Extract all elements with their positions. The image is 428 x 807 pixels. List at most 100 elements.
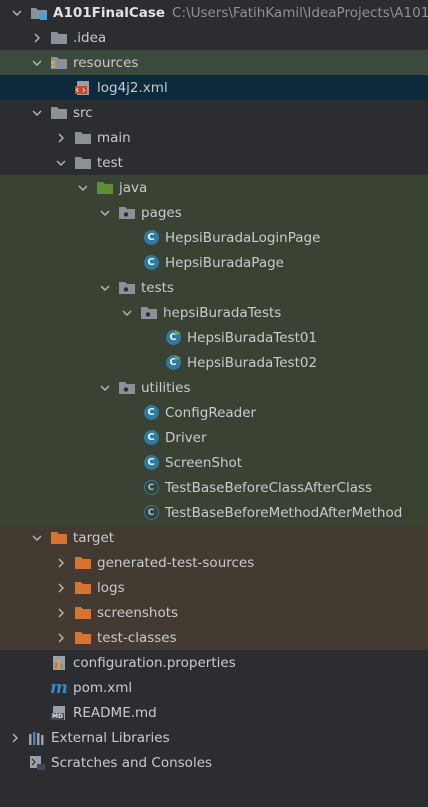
tree-row-hepsiburada-tests[interactable]: hepsiBuradaTests [0, 300, 428, 325]
test-class-icon: C [164, 354, 182, 371]
tree-row-configuration-properties[interactable]: configuration.properties [0, 650, 428, 675]
project-name: A101FinalCase [53, 4, 166, 21]
node-label: target [73, 529, 115, 546]
java-class-icon: C [142, 255, 160, 271]
node-label: generated-test-sources [97, 554, 255, 571]
tree-row-log4j2[interactable]: log4j2.xml [0, 75, 428, 100]
tree-row-generated-test-sources[interactable]: generated-test-sources [0, 550, 428, 575]
chevron-right-icon[interactable] [8, 731, 22, 745]
chevron-down-icon[interactable] [30, 106, 44, 120]
chevron-down-icon[interactable] [54, 156, 68, 170]
scratches-icon [28, 755, 46, 771]
chevron-down-icon[interactable] [76, 181, 90, 195]
chevron-down-icon[interactable] [98, 381, 112, 395]
project-path: C:\Users\FatihKamil\IdeaProjects\A101Fi [172, 4, 428, 21]
java-class-icon: C [142, 455, 160, 471]
tree-row-tests[interactable]: tests [0, 275, 428, 300]
tree-row-hepsiburada-login-page[interactable]: C HepsiBuradaLoginPage [0, 225, 428, 250]
tree-row-screenshots[interactable]: screenshots [0, 600, 428, 625]
tree-row-target[interactable]: target [0, 525, 428, 550]
tree-row-external-libraries[interactable]: External Libraries [0, 725, 428, 750]
tree-row-java[interactable]: java [0, 175, 428, 200]
excluded-folder-icon [74, 580, 92, 596]
project-tree[interactable]: A101FinalCase C:\Users\FatihKamil\IdeaPr… [0, 0, 428, 807]
node-label: README.md [73, 704, 157, 721]
node-label: HepsiBuradaPage [165, 254, 284, 271]
tree-row-screenshot[interactable]: C ScreenShot [0, 450, 428, 475]
tree-row-main[interactable]: main [0, 125, 428, 150]
node-label: configuration.properties [73, 654, 236, 671]
chevron-right-icon[interactable] [54, 581, 68, 595]
chevron-down-icon[interactable] [98, 206, 112, 220]
node-label: src [73, 104, 93, 121]
excluded-folder-icon [74, 605, 92, 621]
test-class-icon: C [164, 329, 182, 346]
chevron-right-icon[interactable] [54, 131, 68, 145]
folder-icon [74, 130, 92, 146]
tree-row-test-classes[interactable]: test-classes [0, 625, 428, 650]
library-icon [28, 730, 46, 746]
node-label: External Libraries [51, 729, 170, 746]
node-label: ConfigReader [165, 404, 257, 421]
tree-row-hepsiburada-test02[interactable]: C HepsiBuradaTest02 [0, 350, 428, 375]
node-label: HepsiBuradaTest02 [187, 354, 318, 371]
node-label: screenshots [97, 604, 179, 621]
chevron-right-icon[interactable] [54, 631, 68, 645]
java-class-icon: C [142, 230, 160, 246]
node-label: Driver [165, 429, 207, 446]
tree-row-pom[interactable]: m pom.xml [0, 675, 428, 700]
tree-row-hepsiburada-page[interactable]: C HepsiBuradaPage [0, 250, 428, 275]
chevron-down-icon[interactable] [30, 56, 44, 70]
tree-row-project-root[interactable]: A101FinalCase C:\Users\FatihKamil\IdeaPr… [0, 0, 428, 25]
node-label: Scratches and Consoles [51, 754, 213, 771]
tree-row-test-base-method[interactable]: C TestBaseBeforeMethodAfterMethod [0, 500, 428, 525]
node-label: ScreenShot [165, 454, 243, 471]
tree-row-driver[interactable]: C Driver [0, 425, 428, 450]
tree-row-pages[interactable]: pages [0, 200, 428, 225]
tree-row-idea[interactable]: .idea [0, 25, 428, 50]
chevron-right-icon[interactable] [54, 556, 68, 570]
node-label: utilities [141, 379, 191, 396]
tree-row-resources[interactable]: resources [0, 50, 428, 75]
folder-icon [74, 155, 92, 171]
tree-row-logs[interactable]: logs [0, 575, 428, 600]
resources-folder-icon [50, 55, 68, 71]
tree-row-config-reader[interactable]: C ConfigReader [0, 400, 428, 425]
abstract-class-icon: C [142, 480, 160, 496]
tree-row-test[interactable]: test [0, 150, 428, 175]
tree-row-readme[interactable]: MD README.md [0, 700, 428, 725]
tree-row-src[interactable]: src [0, 100, 428, 125]
xml-file-icon [74, 80, 92, 96]
tree-row-scratches[interactable]: Scratches and Consoles [0, 750, 428, 775]
chevron-right-icon[interactable] [30, 31, 44, 45]
chevron-down-icon[interactable] [30, 531, 44, 545]
tree-row-test-base-class[interactable]: C TestBaseBeforeClassAfterClass [0, 475, 428, 500]
tree-row-utilities[interactable]: utilities [0, 375, 428, 400]
chevron-right-icon[interactable] [54, 606, 68, 620]
node-label: TestBaseBeforeMethodAfterMethod [165, 504, 403, 521]
package-icon [118, 205, 136, 221]
chevron-down-icon[interactable] [98, 281, 112, 295]
node-label: HepsiBuradaTest01 [187, 329, 318, 346]
node-label: pom.xml [73, 679, 133, 696]
chevron-down-icon[interactable] [120, 306, 134, 320]
excluded-folder-icon [74, 630, 92, 646]
chevron-down-icon[interactable] [10, 6, 24, 20]
excluded-folder-icon [50, 530, 68, 546]
folder-icon [50, 105, 68, 121]
tree-row-hepsiburada-test01[interactable]: C HepsiBuradaTest01 [0, 325, 428, 350]
java-class-icon: C [142, 405, 160, 421]
node-label: .idea [73, 29, 107, 46]
java-class-icon: C [142, 430, 160, 446]
